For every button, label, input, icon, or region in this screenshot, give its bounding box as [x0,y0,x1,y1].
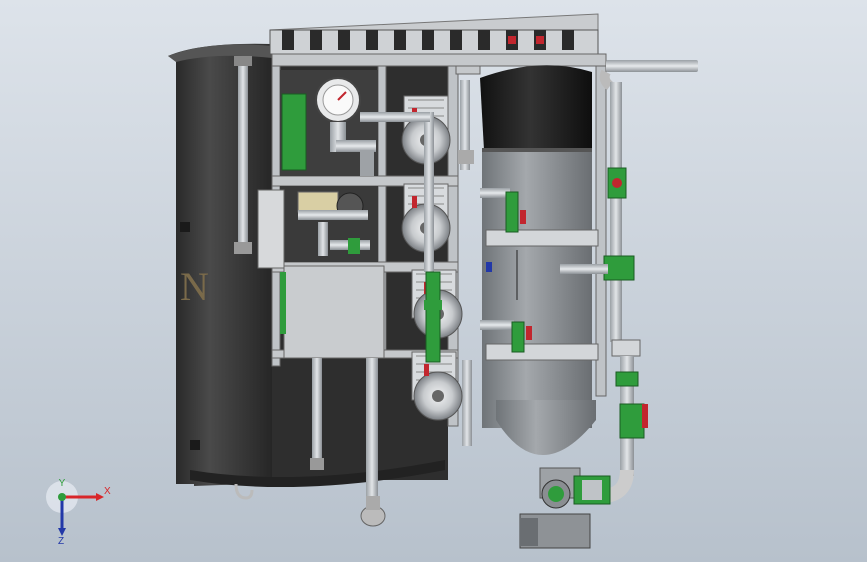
frame-leg-left [312,358,322,468]
frame-leg-right [366,358,378,498]
control-panel[interactable] [280,265,385,359]
center-riser-pipe [424,112,434,272]
graphics-viewport[interactable]: N X Y Z [0,0,867,562]
tank-logo: N [180,264,209,309]
pressure-vessel[interactable] [480,65,599,455]
triad-z-label: Z [58,536,64,547]
assembly-model[interactable]: N X Y Z [0,0,867,562]
grille-slot [422,30,434,50]
middle-left-bay[interactable] [257,186,378,269]
discharge-valve[interactable] [642,404,648,428]
tank-drain-pipe [238,58,248,248]
valve-handle-upper[interactable] [520,210,526,224]
control-box[interactable] [257,189,285,269]
grille-slot [366,30,378,50]
bypass-valve[interactable] [612,178,622,188]
grille-slot [562,30,574,50]
center-green-pipe [425,271,441,363]
grille-valve-cap [536,36,544,44]
grille-slot [450,30,462,50]
grille-slot [310,30,322,50]
valve-handle-lower[interactable] [526,326,532,340]
grille-slot [394,30,406,50]
grille-slot [338,30,350,50]
triad-y-label: Y [59,478,66,489]
triad-x-label: X [104,486,111,497]
grille-valve-cap [508,36,516,44]
grille-slot [282,30,294,50]
bottom-outlet-assembly[interactable] [519,467,611,549]
coordinate-triad: X Y Z [46,478,111,547]
upper-left-bay[interactable] [280,70,378,176]
grille-slot [478,30,490,50]
